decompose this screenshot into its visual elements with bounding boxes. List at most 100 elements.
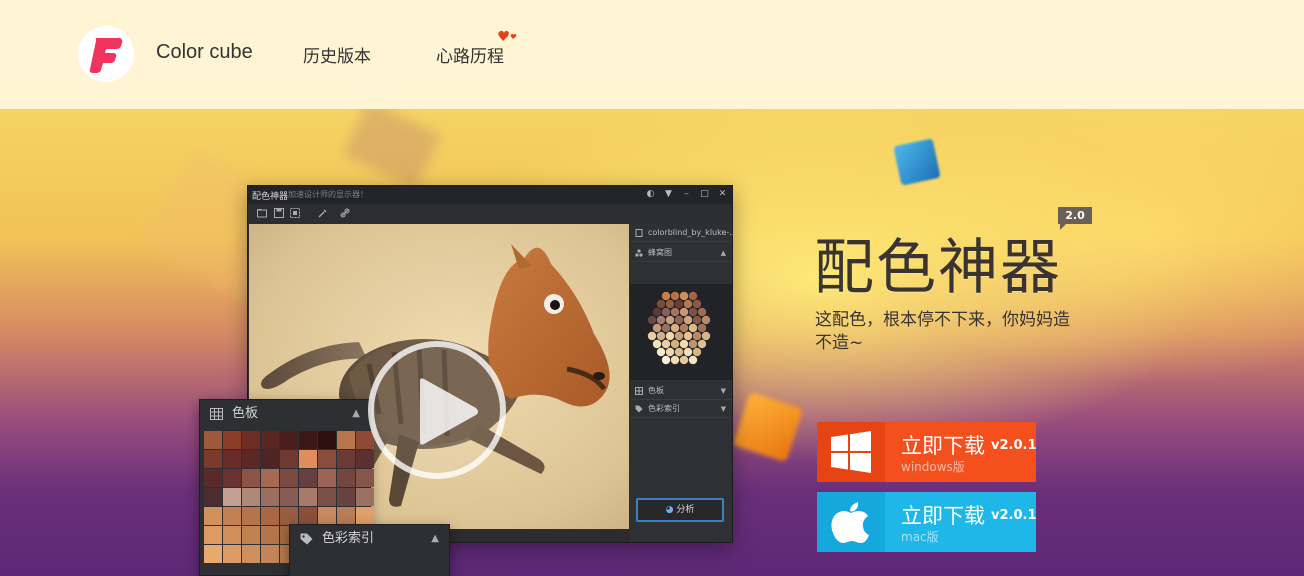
color-swatch[interactable] xyxy=(337,469,355,487)
color-swatch[interactable] xyxy=(204,526,222,544)
color-swatch[interactable] xyxy=(318,450,336,468)
color-swatch[interactable] xyxy=(299,507,317,525)
color-swatch[interactable] xyxy=(242,450,260,468)
color-swatch[interactable] xyxy=(242,526,260,544)
link-icon[interactable] xyxy=(340,208,350,218)
color-swatch[interactable] xyxy=(337,507,355,525)
color-swatch[interactable] xyxy=(242,469,260,487)
color-swatch[interactable] xyxy=(223,431,241,449)
color-swatch[interactable] xyxy=(261,431,279,449)
color-swatch[interactable] xyxy=(261,507,279,525)
color-swatch[interactable] xyxy=(242,545,260,563)
color-swatch[interactable] xyxy=(261,545,279,563)
color-swatch[interactable] xyxy=(223,469,241,487)
color-swatch[interactable] xyxy=(356,507,374,525)
download-mac-button[interactable]: 立即下载 v2.0.1 mac版 xyxy=(817,492,1037,552)
palette-label: 色板 xyxy=(648,386,664,395)
color-swatch[interactable] xyxy=(223,507,241,525)
color-swatch[interactable] xyxy=(280,507,298,525)
color-swatch[interactable] xyxy=(223,488,241,506)
color-swatch[interactable] xyxy=(280,450,298,468)
file-name: colorblind_by_kluke-... xyxy=(648,228,737,237)
color-swatch[interactable] xyxy=(261,488,279,506)
play-icon xyxy=(420,378,478,445)
color-swatch[interactable] xyxy=(280,488,298,506)
color-swatch[interactable] xyxy=(318,469,336,487)
color-swatch[interactable] xyxy=(299,469,317,487)
nav-journey[interactable]: 心路历程 xyxy=(436,42,504,67)
decor-orange-cube xyxy=(732,391,804,463)
grid-icon xyxy=(635,387,643,395)
color-swatch[interactable] xyxy=(223,450,241,468)
file-row[interactable]: colorblind_by_kluke-... xyxy=(630,224,737,242)
download-platform: windows版 xyxy=(901,460,965,474)
color-swatch[interactable] xyxy=(299,431,317,449)
color-swatch[interactable] xyxy=(356,488,374,506)
apple-icon-box xyxy=(817,492,885,552)
color-swatch[interactable] xyxy=(318,431,336,449)
palette-row[interactable]: 色板 ▼ xyxy=(630,382,732,400)
color-swatch[interactable] xyxy=(223,526,241,544)
heart-icon xyxy=(498,30,517,41)
color-swatch[interactable] xyxy=(356,450,374,468)
color-swatch[interactable] xyxy=(299,488,317,506)
color-swatch[interactable] xyxy=(356,469,374,487)
color-index-panel-header[interactable]: 色彩索引 ▲ xyxy=(290,525,449,553)
color-swatch[interactable] xyxy=(204,507,222,525)
color-swatch[interactable] xyxy=(242,507,260,525)
hero-banner: 配色神器 加速设计师的显示器！ ◐ ▼ – □ ✕ colorblind_by_… xyxy=(0,109,1304,576)
analyze-button[interactable]: ◕ 分析 xyxy=(636,498,724,522)
windows-icon xyxy=(831,431,871,473)
app-subtitle: 加速设计师的显示器！ xyxy=(288,190,368,199)
download-label: 立即下载 xyxy=(901,504,985,528)
color-swatch[interactable] xyxy=(337,431,355,449)
brand-name[interactable]: Color cube xyxy=(156,41,253,64)
menu-icon[interactable]: ▼ xyxy=(663,188,674,200)
screenshot-icon[interactable] xyxy=(290,208,300,218)
analyze-label: 分析 xyxy=(676,505,695,515)
color-swatch[interactable] xyxy=(223,545,241,563)
color-swatch[interactable] xyxy=(337,488,355,506)
color-swatch[interactable] xyxy=(204,545,222,563)
honeycomb-icon xyxy=(635,249,643,257)
color-swatch[interactable] xyxy=(261,469,279,487)
skin-icon[interactable]: ◐ xyxy=(645,188,656,200)
honeycomb-row[interactable]: 蜂窝图 ▲ xyxy=(630,244,732,262)
color-swatch[interactable] xyxy=(318,507,336,525)
download-windows-button[interactable]: 立即下载 v2.0.1 windows版 xyxy=(817,422,1037,482)
folder-icon[interactable] xyxy=(257,208,267,218)
collapse-icon[interactable]: ▲ xyxy=(431,525,439,553)
save-icon[interactable] xyxy=(274,208,284,218)
maximize-icon[interactable]: □ xyxy=(699,188,710,200)
color-swatch[interactable] xyxy=(299,450,317,468)
minimize-icon[interactable]: – xyxy=(681,188,692,200)
logo[interactable] xyxy=(78,26,134,82)
color-swatch[interactable] xyxy=(318,488,336,506)
color-swatch[interactable] xyxy=(242,488,260,506)
pie-chart-icon: ◕ xyxy=(665,505,677,515)
decor-shape xyxy=(343,109,441,190)
color-swatch[interactable] xyxy=(280,469,298,487)
expand-icon[interactable]: ▼ xyxy=(721,382,726,400)
eyedropper-icon[interactable] xyxy=(318,208,328,218)
color-swatch[interactable] xyxy=(204,488,222,506)
expand-icon[interactable]: ▼ xyxy=(721,400,726,418)
palette-panel-header[interactable]: 色板 ▲ xyxy=(200,400,370,428)
color-swatch[interactable] xyxy=(261,450,279,468)
product-title: 配色神器 xyxy=(814,233,1062,303)
side-panel: colorblind_by_kluke-... 蜂窝图 ▲ 色板 ▼ 色彩索引 … xyxy=(630,224,737,542)
nav-history-versions[interactable]: 历史版本 xyxy=(303,42,371,67)
collapse-icon[interactable]: ▲ xyxy=(352,400,360,428)
color-swatch[interactable] xyxy=(337,450,355,468)
close-icon[interactable]: ✕ xyxy=(717,188,728,200)
color-index-row[interactable]: 色彩索引 ▼ xyxy=(630,400,732,418)
color-swatch[interactable] xyxy=(261,526,279,544)
app-titlebar: 配色神器 加速设计师的显示器！ ◐ ▼ – □ ✕ xyxy=(248,186,732,204)
collapse-icon[interactable]: ▲ xyxy=(721,244,726,262)
color-swatch[interactable] xyxy=(242,431,260,449)
color-swatch[interactable] xyxy=(280,431,298,449)
color-swatch[interactable] xyxy=(204,431,222,449)
color-swatch[interactable] xyxy=(204,469,222,487)
play-video-button[interactable] xyxy=(368,341,506,479)
color-swatch[interactable] xyxy=(204,450,222,468)
